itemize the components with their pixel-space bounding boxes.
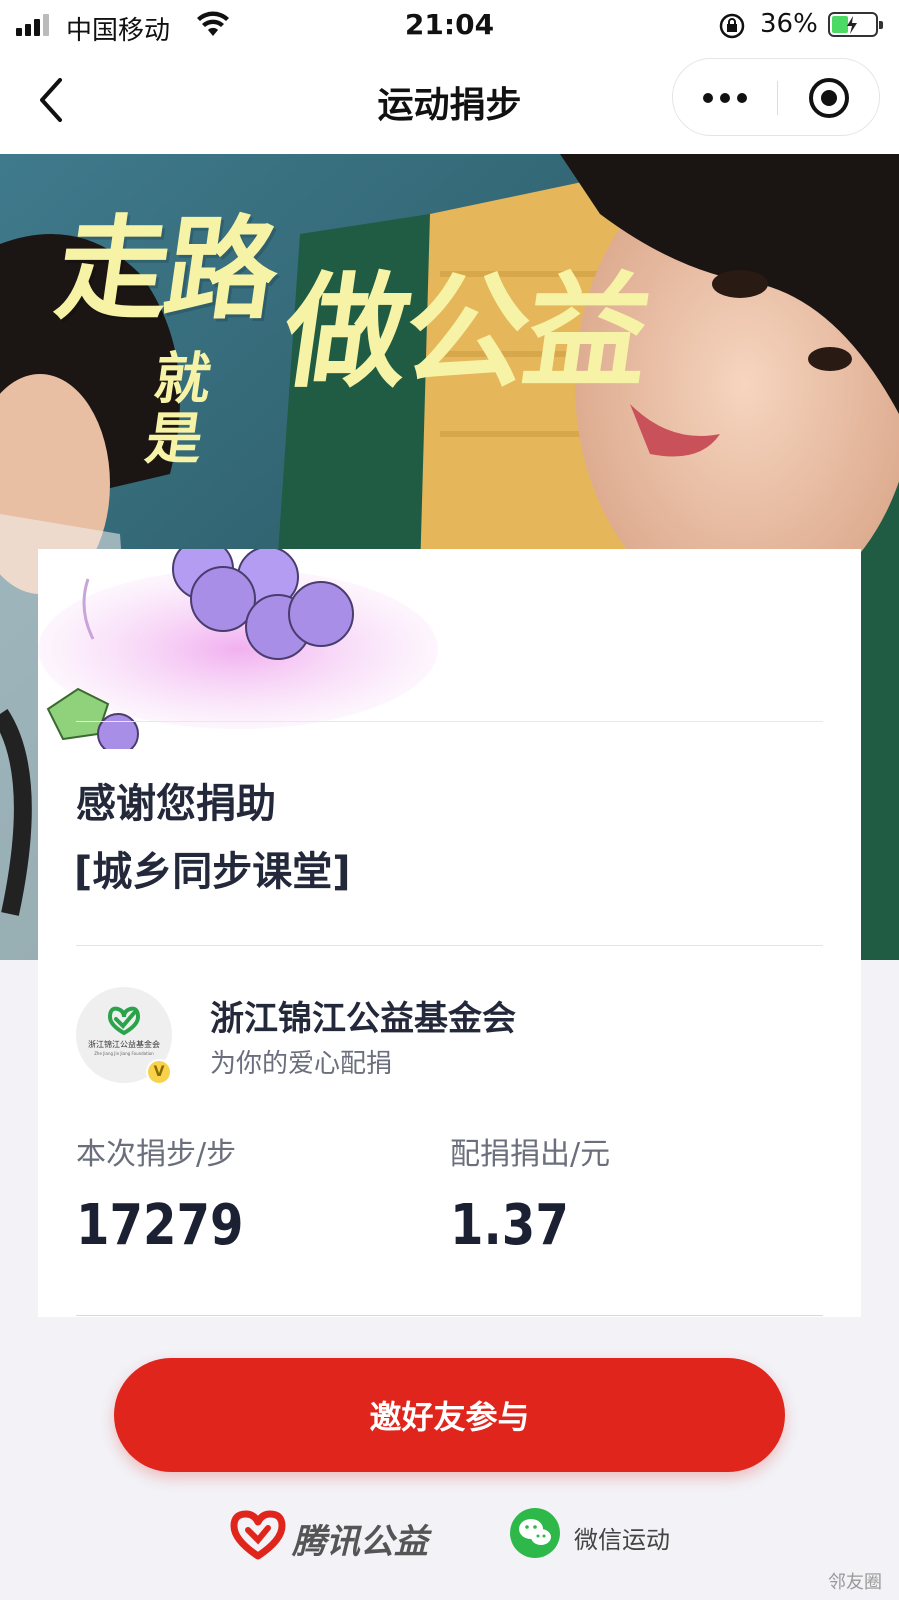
logo-text: 浙江锦江公益基金会 (88, 1040, 160, 1049)
battery-icon (828, 12, 883, 37)
divider (76, 945, 823, 946)
verified-badge: V (146, 1059, 172, 1085)
battery-percent: 36% (760, 9, 818, 39)
matched-amount-value: 1.37 (450, 1193, 569, 1258)
rotation-lock-icon (719, 13, 745, 39)
close-miniprogram-button[interactable] (777, 59, 881, 137)
nav-bar: 运动捐步 (0, 50, 899, 154)
project-name: [城乡同步课堂] (74, 849, 351, 895)
wechat-sport-label: 微信运动 (574, 1526, 670, 1554)
donation-card: 感谢您捐助 [城乡同步课堂] 浙江锦江公益基金会 Zhe Jiang Jin J… (38, 549, 861, 1317)
divider (76, 1315, 823, 1316)
headline-charity: 做公益 (275, 261, 656, 405)
heart-check-icon (107, 1006, 141, 1036)
donated-steps-value: 17279 (76, 1193, 244, 1258)
divider (76, 721, 823, 722)
wechat-icon (510, 1508, 560, 1558)
grapes-illustration (38, 549, 438, 749)
watermark: 邻友圈 (828, 1572, 882, 1593)
status-bar: 中国移动 21:04 36% (0, 0, 899, 50)
headline-is: 就是 (141, 347, 216, 472)
foundation-subtitle: 为你的爱心配捐 (210, 1049, 393, 1079)
tencent-charity-label: 腾讯公益 (292, 1522, 428, 1562)
foundation-name: 浙江锦江公益基金会 (210, 999, 516, 1039)
miniprogram-capsule (672, 58, 880, 136)
more-menu-button[interactable] (673, 59, 777, 137)
banner-headline: 走路 就是 做公益 (48, 205, 655, 472)
headline-walk: 走路 (48, 205, 284, 335)
heart-logo-icon (230, 1510, 286, 1560)
invite-friends-button[interactable]: 邀好友参与 (114, 1358, 785, 1472)
logo-subtext: Zhe Jiang Jin Jiang Foundation (94, 1051, 154, 1056)
thanks-heading: 感谢您捐助 (76, 781, 276, 827)
donated-steps-label: 本次捐步/步 (76, 1137, 237, 1172)
matched-amount-label: 配捐捐出/元 (450, 1137, 611, 1172)
